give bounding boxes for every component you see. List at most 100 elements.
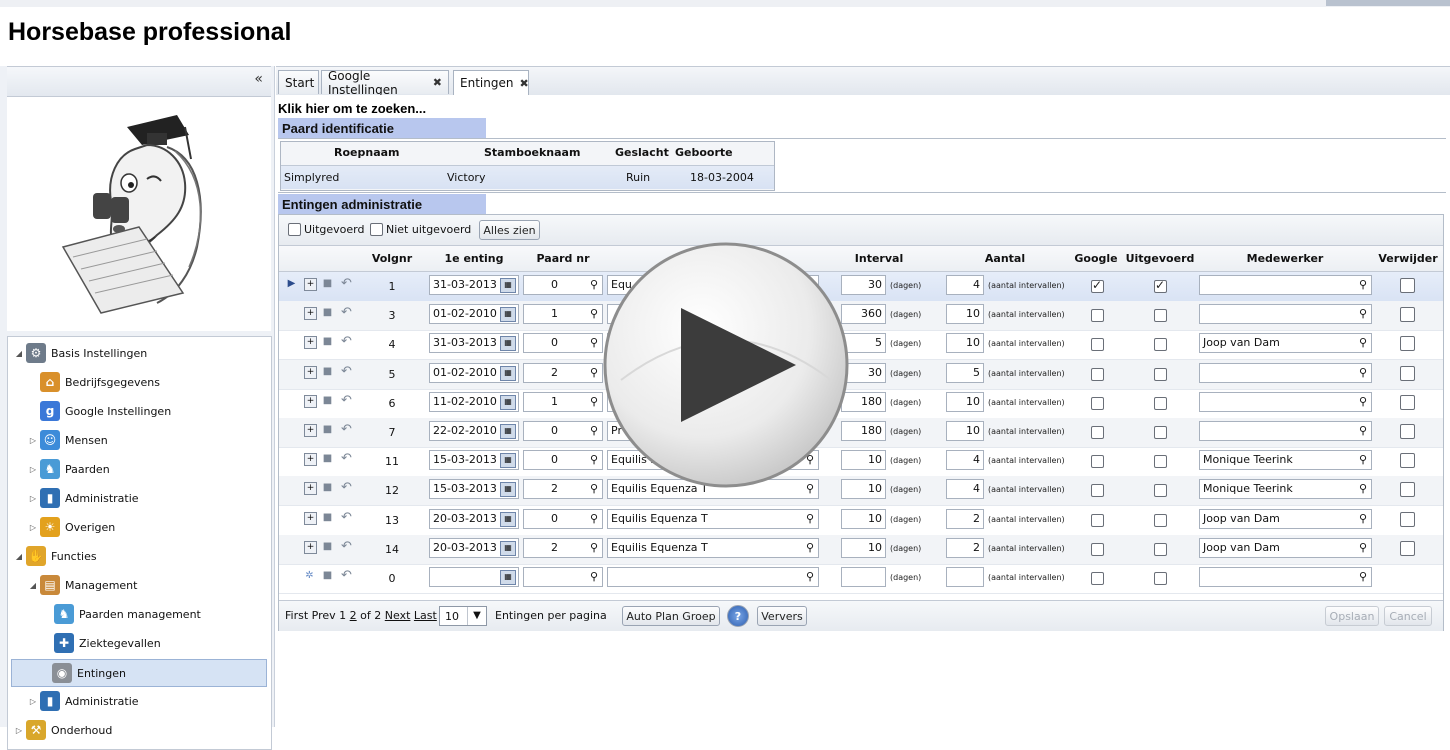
- aantal-field[interactable]: 10: [946, 421, 984, 441]
- search-icon[interactable]: ⚲: [590, 539, 598, 557]
- calendar-icon[interactable]: ▦: [500, 394, 516, 410]
- undo-icon[interactable]: ↶: [341, 452, 352, 465]
- google-checkbox[interactable]: [1091, 542, 1104, 556]
- collapsed-arrow-icon[interactable]: ▷: [28, 523, 38, 532]
- search-icon[interactable]: ⚲: [806, 510, 814, 528]
- tab-entingen[interactable]: Entingen ✖: [453, 70, 529, 95]
- undo-icon[interactable]: ↶: [341, 335, 352, 348]
- uitgevoerd-checkbox[interactable]: [1154, 513, 1167, 527]
- aantal-field[interactable]: 4: [946, 450, 984, 471]
- uitgevoerd-checkbox[interactable]: [1154, 278, 1167, 293]
- undo-icon[interactable]: ↶: [341, 423, 352, 436]
- verwijder-checkbox[interactable]: [1400, 511, 1415, 527]
- tree-item-management[interactable]: ◢ ▤ Management: [14, 572, 137, 598]
- verwijder-checkbox[interactable]: [1400, 540, 1415, 556]
- undo-icon[interactable]: ↶: [341, 569, 352, 582]
- paard-nr-field[interactable]: 0 ⚲: [523, 333, 603, 354]
- verwijder-checkbox[interactable]: [1400, 365, 1415, 381]
- paard-nr-field[interactable]: 0 ⚲: [523, 450, 603, 471]
- google-checkbox[interactable]: [1091, 396, 1104, 410]
- paard-nr-field[interactable]: 0 ⚲: [523, 421, 603, 441]
- expand-row-icon[interactable]: +: [304, 278, 317, 291]
- tree-item-overigen[interactable]: ▷ ☀ Overigen: [14, 514, 115, 540]
- medewerker-field[interactable]: Monique Teerink ⚲: [1199, 479, 1372, 500]
- calendar-icon[interactable]: ▦: [500, 307, 516, 323]
- verwijder-checkbox[interactable]: [1400, 394, 1415, 410]
- google-checkbox[interactable]: [1091, 513, 1104, 527]
- search-icon[interactable]: ⚲: [590, 334, 598, 352]
- page-size-select[interactable]: 10 ▼: [439, 606, 487, 626]
- google-checkbox[interactable]: [1091, 309, 1104, 323]
- search-icon[interactable]: ⚲: [1359, 305, 1367, 323]
- undo-icon[interactable]: ↶: [341, 277, 352, 290]
- search-link[interactable]: Klik hier om te zoeken...: [278, 101, 426, 116]
- medewerker-field[interactable]: ⚲: [1199, 391, 1372, 412]
- paard-nr-field[interactable]: 0 ⚲: [523, 275, 603, 295]
- search-icon[interactable]: ⚲: [590, 276, 598, 294]
- search-icon[interactable]: ⚲: [590, 510, 598, 528]
- medewerker-field[interactable]: ⚲: [1199, 362, 1372, 383]
- medewerker-field[interactable]: ⚲: [1199, 275, 1372, 295]
- tree-item-onderhoud[interactable]: ▷ ⚒ Onderhoud: [14, 717, 112, 743]
- aantal-field[interactable]: 10: [946, 333, 984, 354]
- save-row-icon[interactable]: ■: [322, 482, 333, 493]
- search-icon[interactable]: ⚲: [590, 393, 598, 411]
- date-field[interactable]: 20-03-2013 ▦: [429, 508, 519, 529]
- paard-nr-field[interactable]: 2 ⚲: [523, 479, 603, 500]
- search-icon[interactable]: ⚲: [1359, 451, 1367, 469]
- calendar-icon[interactable]: ▦: [500, 570, 516, 585]
- uitgevoerd-checkbox[interactable]: [1154, 309, 1167, 323]
- ververs-button[interactable]: Ververs: [757, 606, 807, 626]
- search-icon[interactable]: ⚲: [1359, 539, 1367, 557]
- search-icon[interactable]: ⚲: [590, 480, 598, 498]
- search-icon[interactable]: ⚲: [590, 422, 598, 440]
- calendar-icon[interactable]: ▦: [500, 424, 516, 439]
- date-field[interactable]: 01-02-2010 ▦: [429, 304, 519, 325]
- search-icon[interactable]: ⚲: [1359, 276, 1367, 294]
- pager-prev[interactable]: Prev: [312, 609, 336, 622]
- alles-zien-button[interactable]: Alles zien: [479, 220, 540, 240]
- search-icon[interactable]: ⚲: [1359, 393, 1367, 411]
- save-row-icon[interactable]: ■: [322, 336, 333, 347]
- save-row-icon[interactable]: ■: [322, 278, 333, 289]
- google-checkbox[interactable]: [1091, 455, 1104, 469]
- table-row[interactable]: +■↶611-02-2010▦1⚲⚲180(dagen)10(aantal in…: [279, 389, 1443, 419]
- undo-icon[interactable]: ↶: [341, 511, 352, 524]
- cancel-button[interactable]: Cancel: [1384, 606, 1432, 626]
- uitgevoerd-checkbox[interactable]: [1154, 396, 1167, 410]
- undo-icon[interactable]: ↶: [341, 394, 352, 407]
- aantal-field[interactable]: 2: [946, 537, 984, 558]
- paard-nr-field[interactable]: 2 ⚲: [523, 537, 603, 558]
- calendar-icon[interactable]: ▦: [500, 482, 516, 498]
- collapsed-arrow-icon[interactable]: ▷: [28, 494, 38, 503]
- uitgevoerd-checkbox[interactable]: [1154, 367, 1167, 381]
- search-icon[interactable]: ⚲: [590, 451, 598, 469]
- calendar-icon[interactable]: ▦: [500, 511, 516, 527]
- undo-icon[interactable]: ↶: [341, 365, 352, 378]
- vaccin-field[interactable]: Equilis Equenza T ⚲: [607, 508, 819, 529]
- save-row-icon[interactable]: ■: [322, 366, 333, 377]
- table-row[interactable]: +■↶431-03-2013▦0⚲⚲5(dagen)10(aantal inte…: [279, 330, 1443, 361]
- verwijder-checkbox[interactable]: [1400, 482, 1415, 498]
- table-row[interactable]: + ■ ↶ 11 15-03-2013 ▦ 0 ⚲ Equilis E ⚲ 10 (dagen) 4 (a…: [279, 447, 1443, 478]
- verwijder-checkbox[interactable]: [1400, 307, 1415, 323]
- aantal-field[interactable]: 10: [946, 391, 984, 412]
- pager-next[interactable]: Next: [385, 609, 411, 622]
- calendar-icon[interactable]: ▦: [500, 336, 516, 352]
- vaccin-field[interactable]: Equilis Equenza T ⚲: [607, 537, 819, 558]
- medewerker-field[interactable]: Joop van Dam ⚲: [1199, 333, 1372, 354]
- verwijder-checkbox[interactable]: [1400, 453, 1415, 469]
- tab-google-instellingen[interactable]: Google Instellingen ✖: [321, 69, 449, 97]
- search-icon[interactable]: ⚲: [590, 364, 598, 382]
- tab-start[interactable]: Start: [278, 70, 319, 94]
- aantal-field[interactable]: 5: [946, 362, 984, 383]
- table-row[interactable]: + ■ ↶ 13 20-03-2013 ▦ 0 ⚲ Equilis Equenza T ⚲ 10 (d…: [279, 506, 1443, 536]
- aantal-field[interactable]: 4: [946, 275, 984, 295]
- play-icon[interactable]: [601, 240, 851, 490]
- table-row[interactable]: + ■ ↶ 14 20-03-2013 ▦ 2 ⚲ Equilis Equenza T ⚲ 10 (d…: [279, 534, 1443, 565]
- medewerker-field[interactable]: ⚲: [1199, 304, 1372, 325]
- medewerker-field[interactable]: ⚲: [1199, 567, 1372, 587]
- google-checkbox[interactable]: [1091, 338, 1104, 352]
- expand-row-icon[interactable]: +: [304, 511, 317, 525]
- search-icon[interactable]: ⚲: [1359, 422, 1367, 440]
